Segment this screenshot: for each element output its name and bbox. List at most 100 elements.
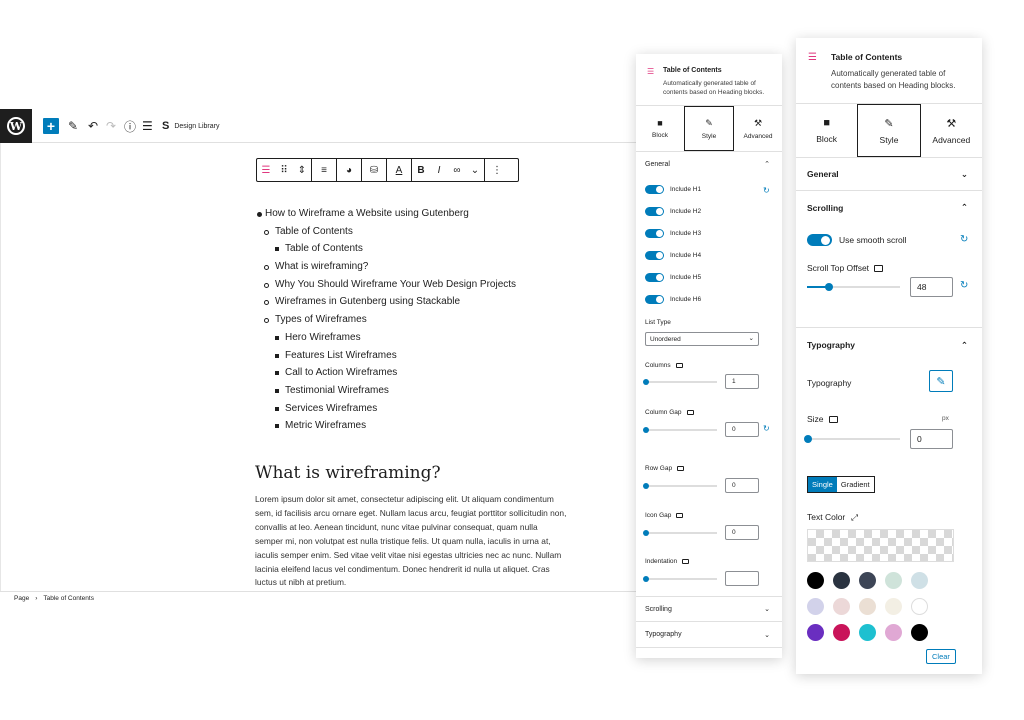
toc-item-text[interactable]: Services Wireframes: [285, 403, 377, 414]
breadcrumb-page[interactable]: Page: [14, 595, 29, 602]
list-view-icon[interactable]: ☰: [142, 118, 153, 134]
desktop-icon[interactable]: [686, 409, 694, 415]
include-h1-toggle[interactable]: [645, 185, 664, 194]
size-unit[interactable]: px: [942, 415, 949, 422]
gradient-color-button[interactable]: Gradient: [837, 477, 874, 492]
italic-icon[interactable]: I: [430, 159, 448, 181]
scroll-offset-slider-handle[interactable]: [825, 283, 833, 291]
toc-item-text[interactable]: Metric Wireframes: [285, 420, 366, 431]
undo-icon[interactable]: ↶: [88, 118, 98, 134]
column-gap-slider-handle[interactable]: [643, 427, 649, 433]
desktop-icon[interactable]: [828, 416, 838, 424]
reset-icon[interactable]: ↻: [960, 280, 968, 291]
align-left-icon[interactable]: ≡: [312, 159, 336, 181]
include-h6-toggle[interactable]: [645, 295, 664, 304]
breadcrumb-block[interactable]: Table of Contents: [43, 595, 94, 602]
reset-icon[interactable]: ↻: [763, 186, 770, 195]
row-gap-input[interactable]: 0: [725, 478, 759, 493]
include-h2-toggle[interactable]: [645, 207, 664, 216]
scroll-offset-input[interactable]: 48: [910, 277, 953, 297]
single-color-button[interactable]: Single: [808, 477, 837, 492]
row-gap-slider[interactable]: [645, 485, 717, 487]
tab-style[interactable]: ✎ Style: [857, 104, 921, 157]
chevron-down-icon[interactable]: ⌄: [466, 159, 484, 181]
size-input[interactable]: 0: [910, 429, 953, 449]
toc-item-text[interactable]: What is wireframing?: [275, 261, 368, 272]
edit-typography-button[interactable]: ✎: [929, 370, 953, 392]
toc-item-text[interactable]: Types of Wireframes: [275, 314, 367, 325]
columns-input[interactable]: 1: [725, 374, 759, 389]
section-typography-toggle[interactable]: Typography ⌃: [796, 328, 982, 362]
palette-icon[interactable]: ◕: [337, 159, 361, 181]
desktop-icon[interactable]: [675, 362, 683, 368]
tab-style[interactable]: ✎ Style: [684, 106, 734, 151]
indentation-slider[interactable]: [645, 578, 717, 580]
section-scrolling-toggle[interactable]: Scrolling ⌄: [636, 596, 782, 622]
reset-icon[interactable]: ↻: [763, 424, 770, 433]
size-slider[interactable]: [807, 438, 900, 440]
include-h5-toggle[interactable]: [645, 273, 664, 282]
eyedropper-icon[interactable]: ⤢: [851, 512, 858, 522]
row-gap-slider-handle[interactable]: [643, 483, 649, 489]
toc-item-text[interactable]: Wireframes in Gutenberg using Stackable: [275, 296, 460, 307]
indentation-slider-handle[interactable]: [643, 576, 649, 582]
color-swatch[interactable]: [833, 598, 850, 615]
include-h4-toggle[interactable]: [645, 251, 664, 260]
link-icon[interactable]: ∞: [448, 159, 466, 181]
color-preview[interactable]: [807, 529, 954, 562]
wordpress-logo[interactable]: W: [0, 109, 32, 143]
tab-advanced[interactable]: ⚒ Advanced: [734, 106, 782, 151]
color-swatch[interactable]: [859, 624, 876, 641]
toc-item-text[interactable]: Testimonial Wireframes: [285, 385, 389, 396]
section-general-toggle[interactable]: General ⌃: [636, 152, 782, 176]
include-h3-toggle[interactable]: [645, 229, 664, 238]
tab-advanced[interactable]: ⚒ Advanced: [921, 104, 982, 157]
toc-item-text[interactable]: How to Wireframe a Website using Gutenbe…: [265, 208, 469, 219]
clear-button[interactable]: Clear: [926, 649, 956, 664]
color-swatch[interactable]: [807, 598, 824, 615]
icon-gap-input[interactable]: 0: [725, 525, 759, 540]
section-typography-toggle[interactable]: Typography ⌄: [636, 622, 782, 648]
toc-item-text[interactable]: Hero Wireframes: [285, 332, 361, 343]
color-swatch[interactable]: [885, 598, 902, 615]
color-swatch[interactable]: [911, 624, 928, 641]
move-up-down-icon[interactable]: ⇕: [293, 159, 311, 181]
columns-slider[interactable]: [645, 381, 717, 383]
icon-gap-slider-handle[interactable]: [643, 530, 649, 536]
desktop-icon[interactable]: [874, 265, 884, 273]
color-swatch[interactable]: [911, 598, 928, 615]
section-scrolling-toggle[interactable]: Scrolling ⌃: [796, 191, 982, 224]
drag-handle-icon[interactable]: ⠿: [275, 159, 293, 181]
reset-icon[interactable]: ↻: [960, 234, 968, 245]
color-swatch[interactable]: [885, 572, 902, 589]
columns-slider-handle[interactable]: [643, 379, 649, 385]
tab-block[interactable]: ■ Block: [796, 104, 857, 157]
design-library-button[interactable]: S Design Library: [162, 118, 219, 134]
toc-item-text[interactable]: Call to Action Wireframes: [285, 367, 397, 378]
column-gap-slider[interactable]: [645, 429, 717, 431]
color-swatch[interactable]: [807, 572, 824, 589]
bold-icon[interactable]: B: [412, 159, 430, 181]
desktop-icon[interactable]: [682, 558, 690, 564]
color-swatch[interactable]: [859, 598, 876, 615]
color-swatch[interactable]: [833, 624, 850, 641]
toc-item-text[interactable]: Table of Contents: [285, 243, 363, 254]
database-icon[interactable]: ⛁: [362, 159, 386, 181]
pencil-icon[interactable]: ✎: [68, 118, 78, 134]
toc-block-icon[interactable]: ☰: [257, 159, 275, 181]
desktop-icon[interactable]: [677, 465, 685, 471]
color-swatch[interactable]: [807, 624, 824, 641]
color-swatch[interactable]: [911, 572, 928, 589]
toc-item-text[interactable]: Features List Wireframes: [285, 350, 397, 361]
column-gap-input[interactable]: 0: [725, 422, 759, 437]
info-icon[interactable]: ⓘ: [124, 118, 136, 134]
color-swatch[interactable]: [833, 572, 850, 589]
more-options-icon[interactable]: ⋮: [485, 159, 509, 181]
color-swatch[interactable]: [859, 572, 876, 589]
size-slider-handle[interactable]: [804, 435, 812, 443]
color-swatch[interactable]: [885, 624, 902, 641]
tab-block[interactable]: ■ Block: [636, 106, 684, 151]
desktop-icon[interactable]: [676, 512, 684, 518]
text-color-icon[interactable]: A: [387, 159, 411, 181]
redo-icon[interactable]: ↷: [106, 118, 116, 134]
